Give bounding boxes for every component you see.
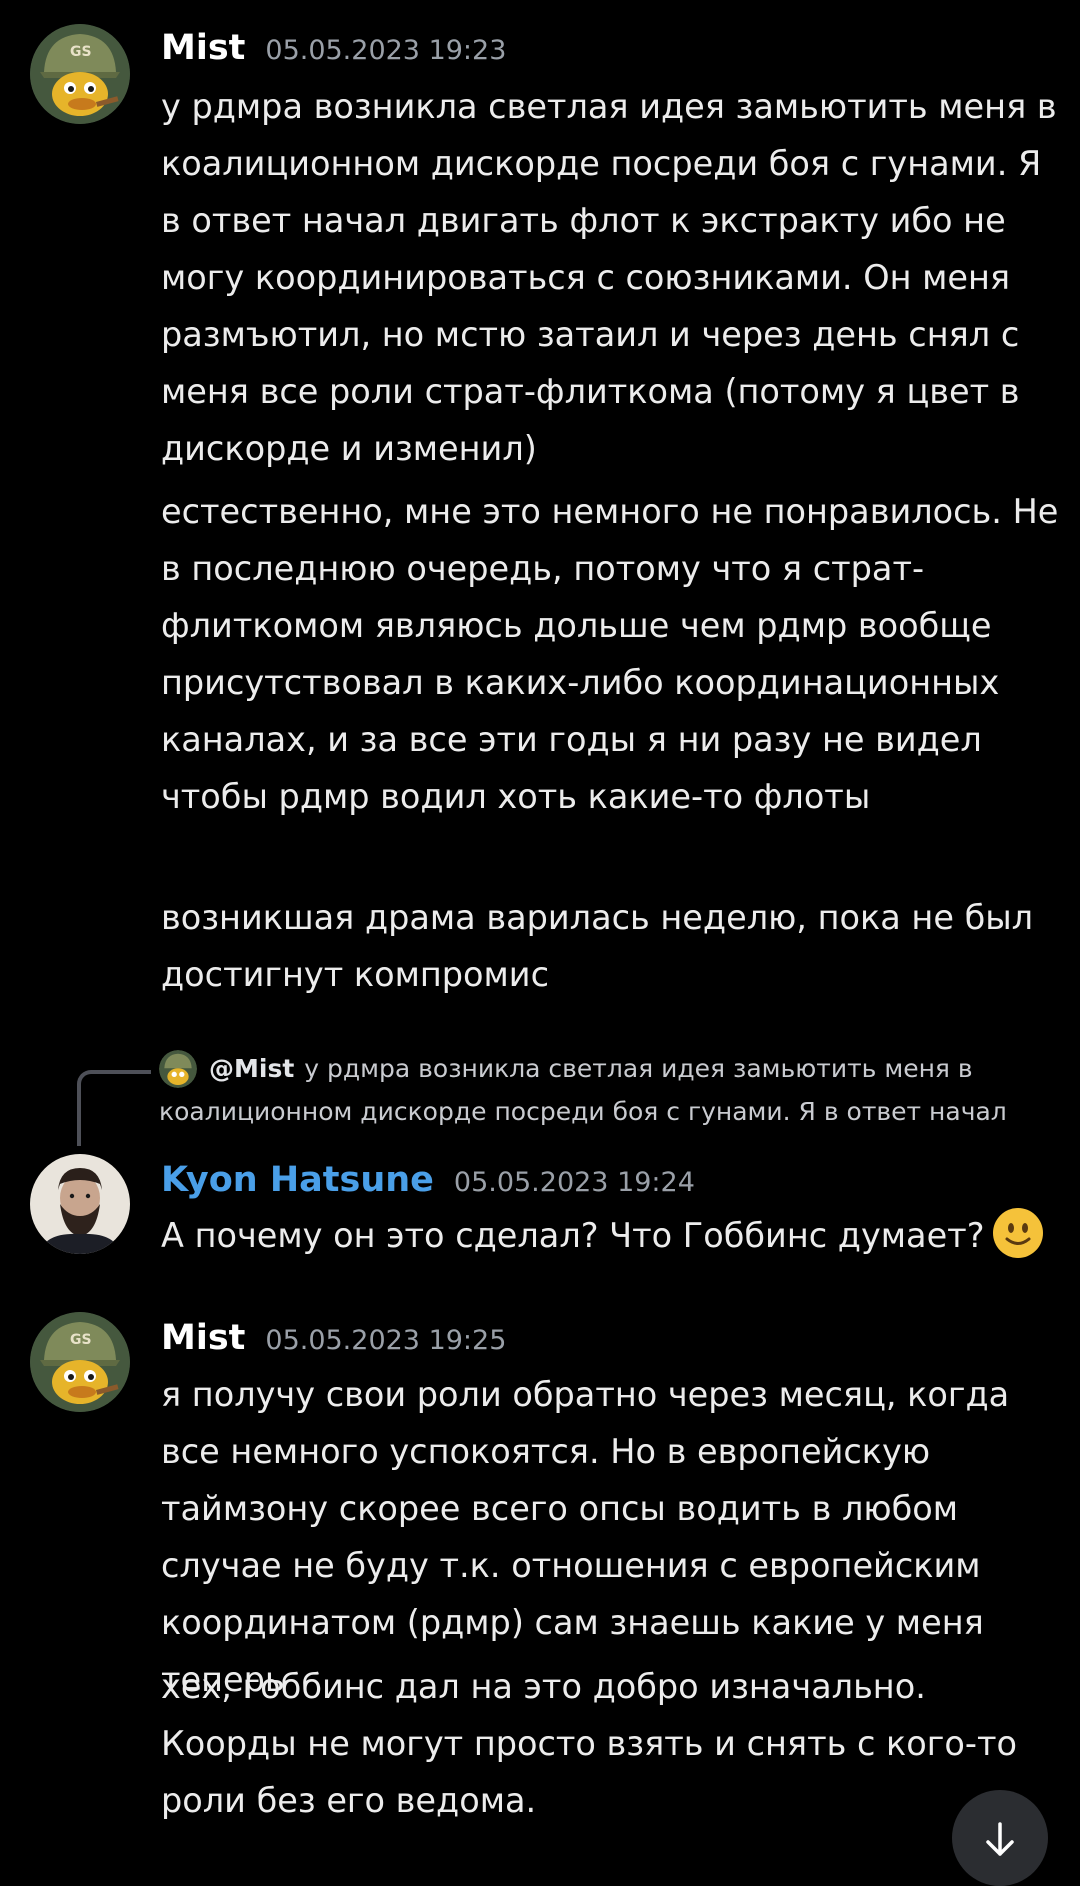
mist-avatar[interactable]: GS [30, 1312, 130, 1412]
message-header: Kyon Hatsune 05.05.2023 19:24 [161, 1160, 695, 1200]
message-header: Mist 05.05.2023 19:25 [161, 1318, 506, 1358]
message-text: возникшая драма варилась неделю, пока не… [161, 898, 1034, 994]
timestamp: 05.05.2023 19:24 [453, 1167, 695, 1198]
timestamp: 05.05.2023 19:23 [265, 35, 507, 66]
message-text: естественно, мне это немного не понравил… [161, 492, 1059, 816]
svg-text:GS: GS [70, 44, 92, 60]
scroll-to-bottom-button[interactable] [952, 1790, 1048, 1886]
message-header: Mist 05.05.2023 19:23 [161, 28, 506, 68]
message-text: хех, гоббинс дал на это добро изначально… [161, 1667, 1017, 1820]
kyon-avatar[interactable] [30, 1154, 130, 1254]
username[interactable]: Mist [161, 28, 245, 68]
slightly-smiling-face-icon [993, 1208, 1044, 1258]
message-text: у рдмра возникла светлая идея замьютить … [161, 87, 1057, 468]
mist-avatar[interactable]: GS [30, 24, 130, 124]
username[interactable]: Kyon Hatsune [161, 1160, 434, 1200]
message-text-content: А почему он это сделал? Что Гоббинс дума… [161, 1216, 985, 1255]
svg-text:GS: GS [70, 1332, 92, 1348]
reply-preview[interactable]: @Mist у рдмра возникла светлая идея замью… [159, 1047, 1039, 1133]
arrow-down-icon [986, 1822, 1014, 1856]
timestamp: 05.05.2023 19:25 [265, 1325, 507, 1356]
reply-author[interactable]: @Mist [209, 1054, 294, 1083]
message-text: я получу свои роли обратно через месяц, … [161, 1375, 1010, 1699]
reply-connector [77, 1070, 151, 1146]
message-text: А почему он это сделал? Что Гоббинс дума… [161, 1207, 1061, 1264]
username[interactable]: Mist [161, 1318, 245, 1358]
